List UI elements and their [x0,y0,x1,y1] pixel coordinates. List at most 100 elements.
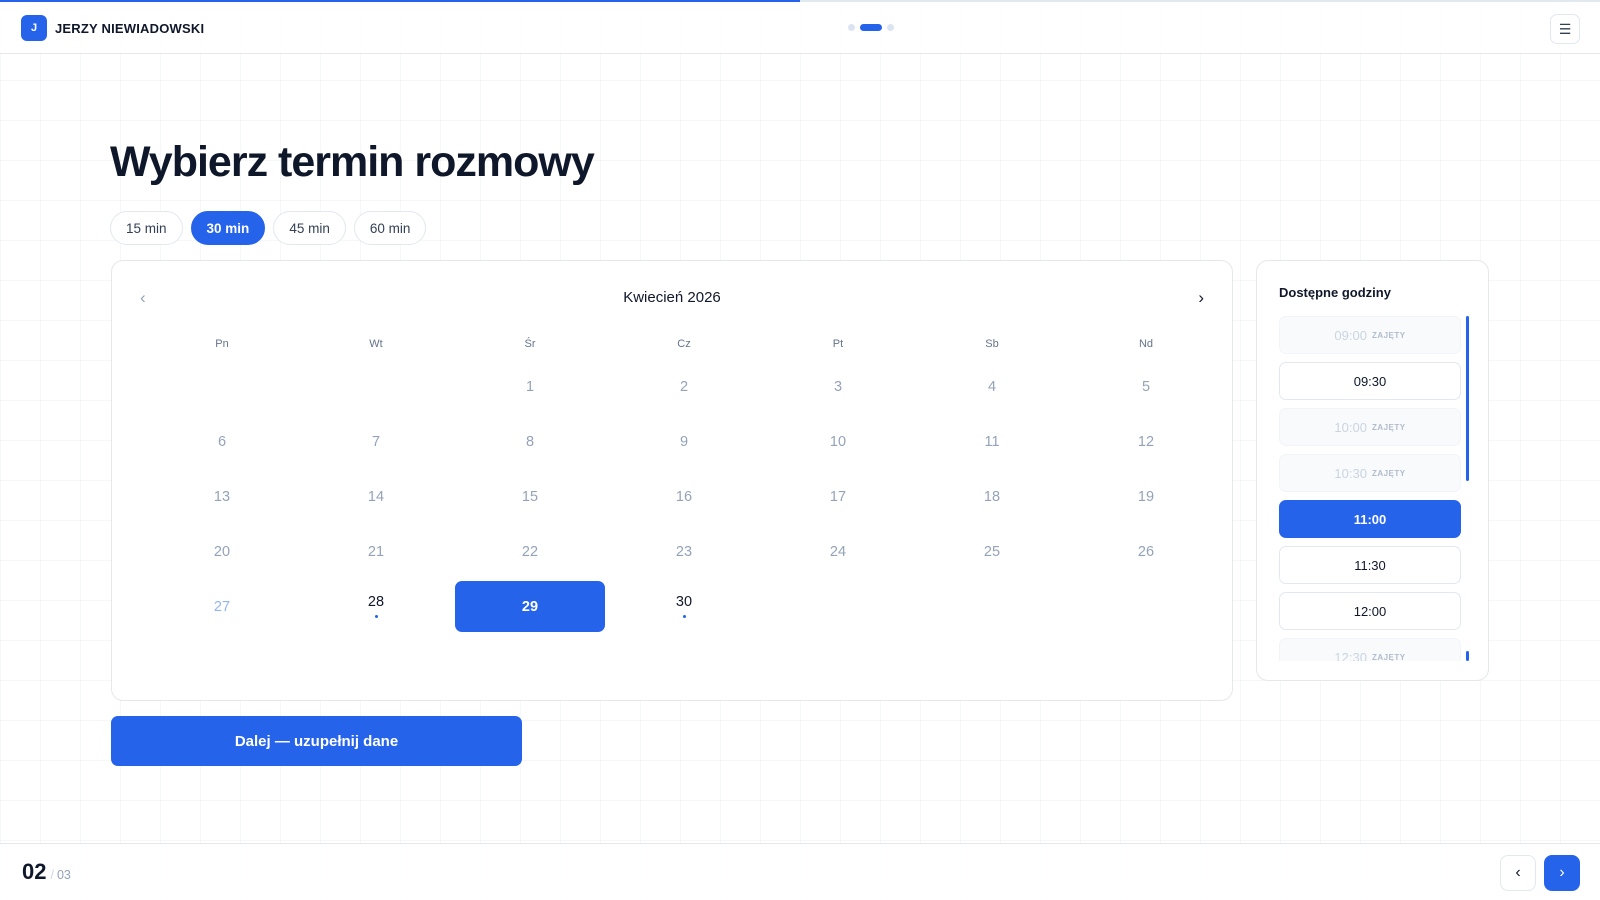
brand[interactable]: J JERZY NIEWIADOWSKI [21,15,204,41]
calendar-day-number: 5 [1141,378,1151,395]
busy-tag: ZAJĘTY [1371,652,1406,662]
time-slot[interactable]: 09:30 [1279,362,1461,400]
calendar-day-number: 9 [679,433,689,450]
calendar-day: 17 [761,469,915,524]
step-indicator [848,24,894,31]
slots-scrollbar[interactable] [1466,316,1469,481]
time-slot-time: 11:30 [1354,557,1386,573]
step-separator: / [50,868,54,882]
calendar-day: 26 [1069,524,1223,579]
calendar-day[interactable]: 28 [299,579,453,634]
time-slot-time: 10:00 [1334,419,1367,435]
calendar-card: ‹ Kwiecień 2026 › Pn Wt Śr Cz Pt Sb Nd 1234567… [111,260,1233,701]
footer-bar: 02 /03 ‹ › [0,843,1600,900]
time-slot[interactable]: 11:30 [1279,546,1461,584]
calendar-day-number: 10 [829,433,847,450]
menu-button[interactable]: ☰ [1550,14,1580,44]
calendar-day: 11 [915,414,1069,469]
next-month-button[interactable]: › [1198,288,1204,308]
step-dot [848,24,855,31]
calendar-day: 14 [299,469,453,524]
weekday-label: Pn [215,338,229,350]
time-slot-busy: 12:30 ZAJĘTY [1279,638,1461,661]
step-current: 02 [22,859,47,884]
calendar-day: 19 [1069,469,1223,524]
busy-tag: ZAJĘTY [1371,330,1406,340]
time-slot-time: 09:00 [1334,327,1367,343]
time-slots-list[interactable]: 09:00 ZAJĘTY 09:30 10:00 ZAJĘTY 10:30 ZAJĘTY 11… [1279,316,1461,661]
calendar-day-number: 14 [367,488,385,505]
calendar-day: 16 [607,469,761,524]
calendar-day-number: 4 [987,378,997,395]
calendar-day: 13 [145,469,299,524]
weekday-label: Pt [832,338,844,350]
step-dot [887,24,894,31]
time-slot-selected[interactable]: 11:00 [1279,500,1461,538]
calendar-day: 9 [607,414,761,469]
calendar-day: 12 [1069,414,1223,469]
calendar-day-number: 12 [1137,433,1155,450]
calendar-day-number: 18 [983,488,1001,505]
calendar-day-number: 3 [833,378,843,395]
calendar-day-number: 13 [213,488,231,505]
calendar-day: 8 [453,414,607,469]
time-slot[interactable]: 12:00 [1279,592,1461,630]
calendar-day-number: 25 [983,543,1001,560]
calendar-day-number: 23 [675,543,693,560]
continue-button[interactable]: Dalej — uzupełnij dane [111,716,522,766]
calendar-day-number: 2 [679,378,689,395]
time-slot-busy: 10:00 ZAJĘTY [1279,408,1461,446]
duration-chip[interactable]: 30 min [190,211,266,245]
calendar-day: 22 [453,524,607,579]
step-total: 03 [56,868,71,882]
calendar-day: 10 [761,414,915,469]
calendar-day[interactable]: 30 [607,579,761,634]
busy-tag: ZAJĘTY [1371,468,1406,478]
calendar-day-number: 8 [525,433,535,450]
calendar-month-label: Kwiecień 2026 [623,289,721,306]
brand-avatar: J [21,15,47,41]
chevron-left-icon: ‹ [1515,864,1521,881]
calendar-day-number: 21 [367,543,385,560]
chevron-right-icon: › [1559,864,1565,881]
calendar-day: 18 [915,469,1069,524]
weekday-label: Nd [1138,338,1154,350]
duration-chip[interactable]: 15 min [110,211,183,245]
calendar-day-number: 15 [521,488,539,505]
calendar-day: 6 [145,414,299,469]
top-bar: J JERZY NIEWIADOWSKI ☰ [0,2,1600,54]
time-slot-time: 12:00 [1353,603,1387,619]
calendar-day-selected[interactable]: 29 [453,579,607,634]
calendar-day-number: 22 [521,543,539,560]
slots-title: Dostępne godziny [1279,285,1391,300]
calendar-day: 20 [145,524,299,579]
weekday-label: Cz [677,338,691,350]
calendar-day: 25 [915,524,1069,579]
calendar-day: 27 [145,579,299,634]
step-total-wrap: /03 [50,868,70,882]
calendar-day-number: 26 [1137,543,1155,560]
duration-selector: 15 min 30 min 45 min 60 min [110,211,427,245]
time-slot-time: 11:00 [1353,511,1387,527]
calendar-day-number: 7 [371,433,381,450]
calendar-day: 2 [607,359,761,414]
slots-scrollbar-end [1466,651,1469,661]
calendar-day: 5 [1069,359,1223,414]
busy-tag: ZAJĘTY [1371,422,1406,432]
footer-next-button[interactable]: › [1544,855,1580,891]
duration-chip[interactable]: 45 min [273,211,346,245]
calendar-empty-cell [145,359,299,414]
time-slot-time: 09:30 [1353,373,1387,389]
time-slots-card: Dostępne godziny 09:00 ZAJĘTY 09:30 10:00 ZA… [1256,260,1489,681]
calendar-day-number: 1 [525,378,535,395]
brand-name: JERZY NIEWIADOWSKI [55,20,205,36]
step-dot-active [860,24,882,31]
calendar-empty-cell [299,359,453,414]
time-slot-time: 12:30 [1334,649,1367,662]
calendar-day: 21 [299,524,453,579]
calendar-day-number: 28 [367,593,385,610]
weekday-label: Śr [524,338,536,350]
duration-chip[interactable]: 60 min [353,211,427,245]
footer-prev-button[interactable]: ‹ [1500,855,1536,891]
calendar-day: 3 [761,359,915,414]
